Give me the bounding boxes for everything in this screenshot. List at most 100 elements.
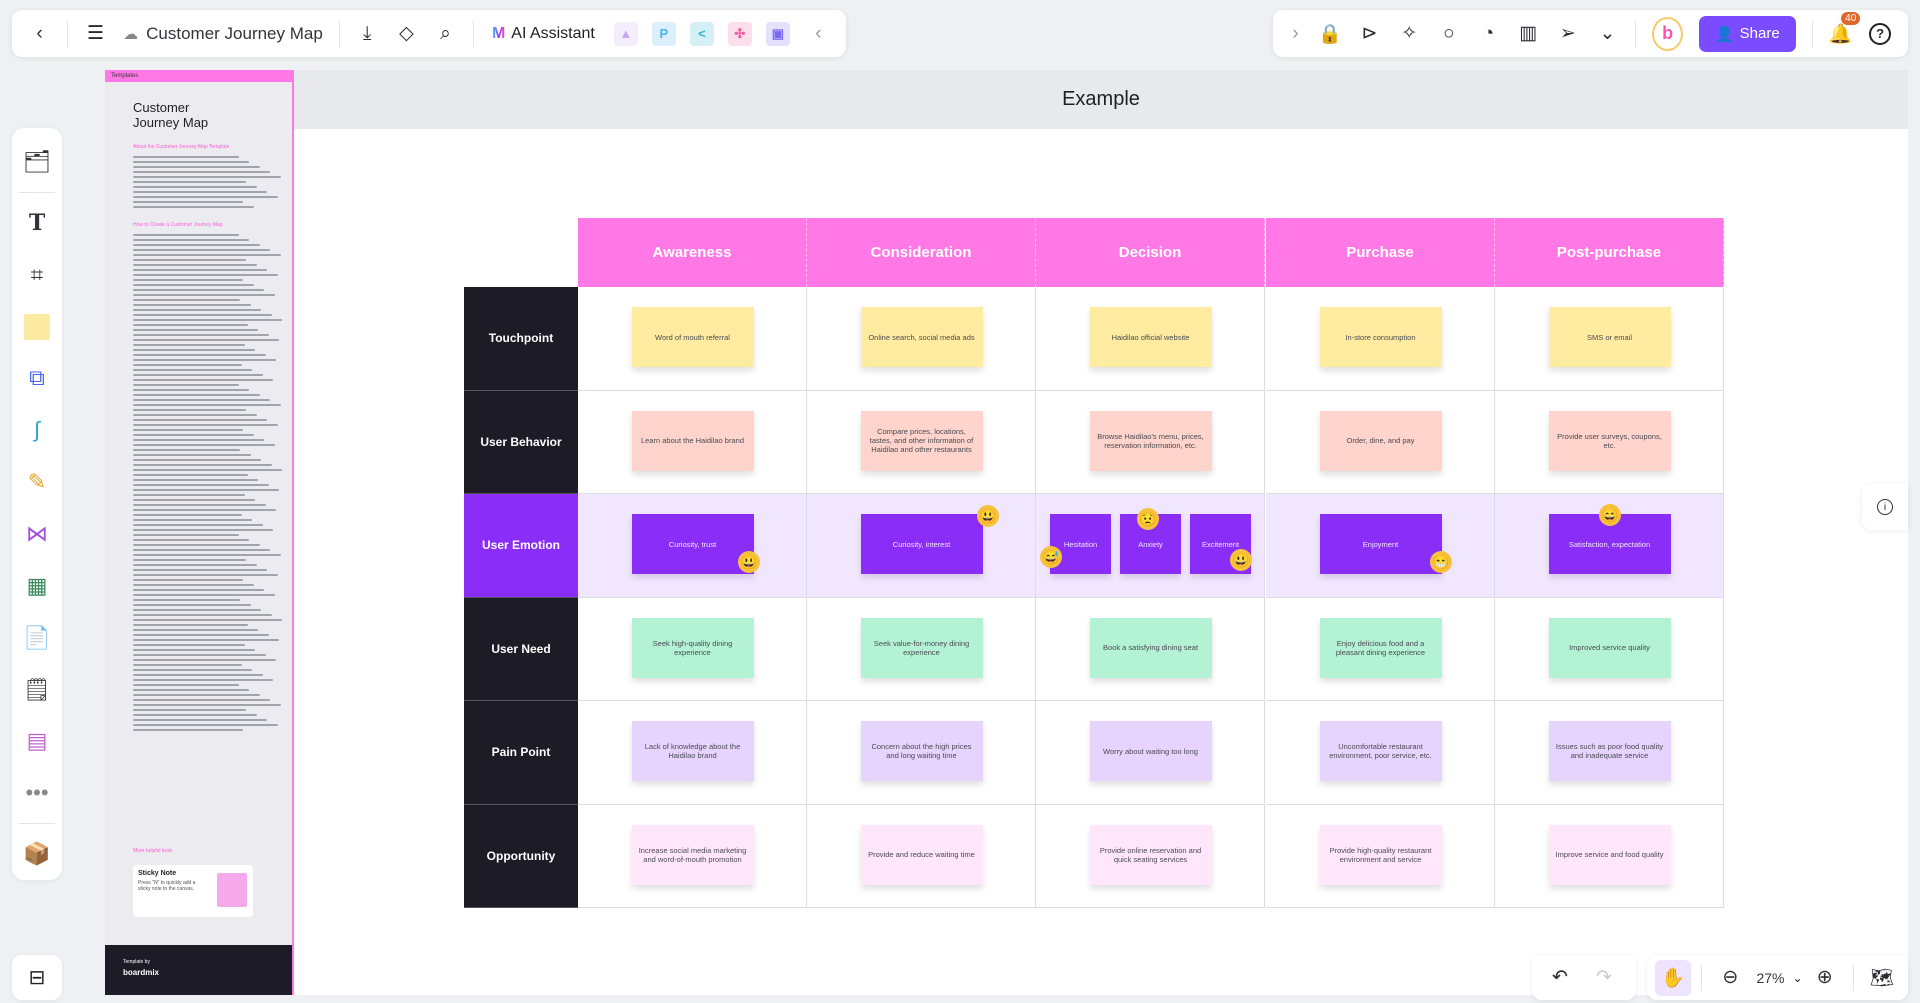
sticky-note[interactable]: Improved service quality xyxy=(1548,617,1671,678)
sticky-note[interactable]: Increase social media marketing and word… xyxy=(631,824,754,885)
beaming-emoji[interactable]: 😁 xyxy=(1430,551,1452,573)
row-label[interactable]: User Emotion xyxy=(464,494,578,598)
zoom-level[interactable]: 27% xyxy=(1752,970,1788,986)
zoom-dropdown-chevron-icon[interactable]: ⌄ xyxy=(1792,971,1802,985)
mindmap-plugin[interactable]: ✣ xyxy=(727,21,752,46)
sticky-note[interactable]: Provide online reservation and quick sea… xyxy=(1089,824,1212,885)
help-button[interactable]: ? xyxy=(1862,16,1898,52)
back-button[interactable]: ‹ xyxy=(22,16,57,52)
sticky-note[interactable]: In-store consumption xyxy=(1319,307,1442,367)
ai-assistant-button[interactable]: M AI Assistant xyxy=(484,25,603,43)
sticky-note[interactable]: Compare prices, locations, tastes, and o… xyxy=(860,410,983,471)
row-label[interactable]: User Need xyxy=(464,597,578,701)
sticky-note[interactable]: Provide and reduce waiting time xyxy=(860,824,983,885)
stage-header[interactable]: Decision xyxy=(1036,218,1265,287)
zoom-out-button[interactable]: ⊖ xyxy=(1712,960,1748,996)
collapse-toolbar-button[interactable]: ‹ xyxy=(801,16,836,52)
resources-button[interactable]: 📦 xyxy=(17,834,57,874)
kanban-tool[interactable]: ▤ xyxy=(17,721,57,761)
locked-note-button[interactable]: 🔒 xyxy=(1312,16,1348,52)
map-button[interactable]: 🗺 xyxy=(1864,960,1900,996)
sticky-note[interactable]: Order, dine, and pay xyxy=(1319,410,1442,471)
timer-button[interactable]: ◔ xyxy=(1471,16,1507,52)
sticky-note[interactable]: Provide user surveys, coupons, etc. xyxy=(1548,410,1671,471)
smile-emoji[interactable]: 😄 xyxy=(1599,504,1621,526)
table-tool[interactable]: ▦ xyxy=(17,566,57,606)
notifications-button[interactable]: 🔔 40 xyxy=(1823,11,1861,52)
sticky-note[interactable]: Enjoyment xyxy=(1319,514,1442,574)
tag-button[interactable]: ◇ xyxy=(389,16,424,52)
sticky-note[interactable]: Seek high-quality dining experience xyxy=(631,617,754,678)
document-title[interactable]: ☁ Customer Journey Map xyxy=(117,24,329,44)
more-button[interactable]: ⌄ xyxy=(1590,16,1626,52)
redo-button[interactable]: ↷ xyxy=(1584,960,1624,996)
sticky-note[interactable]: Haidilao official website xyxy=(1089,307,1212,367)
row-label[interactable]: Opportunity xyxy=(464,804,578,908)
templates-button[interactable]: 🗂 xyxy=(17,142,57,182)
undo-button[interactable]: ↶ xyxy=(1540,960,1580,996)
mindmap-tool[interactable]: ⋈ xyxy=(17,514,57,554)
sticky-note[interactable]: Provide high-quality restaurant environm… xyxy=(1319,824,1442,885)
sticky-note-tool-card[interactable]: Sticky Note Press "N" to quickly add a s… xyxy=(133,865,253,917)
sweat-smile-emoji[interactable]: 😅 xyxy=(1040,546,1062,568)
shape-tool[interactable]: ⧉ xyxy=(17,358,57,398)
sticky-note-tool[interactable] xyxy=(17,307,57,347)
avatar[interactable]: b xyxy=(1652,16,1683,51)
sticky-note[interactable]: Curiosity, interest xyxy=(860,514,983,574)
grinning-emoji[interactable]: 😃 xyxy=(738,551,760,573)
stage-header[interactable]: Purchase xyxy=(1266,218,1495,287)
pen-tool[interactable]: ✎ xyxy=(17,462,57,502)
hand-tool-button[interactable]: ✋ xyxy=(1655,959,1692,996)
present-button[interactable]: ⊳ xyxy=(1352,16,1388,52)
sticky-note[interactable]: Lack of knowledge about the Haidilao bra… xyxy=(631,721,754,781)
chat-plugin[interactable]: ▣ xyxy=(765,21,790,46)
celebrate-button[interactable]: ✧ xyxy=(1391,16,1427,52)
stage-header[interactable]: Post-purchase xyxy=(1495,218,1724,287)
stage-header[interactable]: Awareness xyxy=(578,218,807,287)
sticky-note[interactable]: Book a satisfying dining seat xyxy=(1089,617,1212,678)
sticky-note[interactable]: Enjoy delicious food and a pleasant dini… xyxy=(1319,617,1442,678)
sticky-note[interactable]: Curiosity, trust xyxy=(631,514,754,574)
vote-button[interactable]: ▥ xyxy=(1510,16,1546,52)
sticky-note[interactable]: Worry about waiting too long xyxy=(1089,721,1212,781)
frame-title[interactable]: Example xyxy=(294,70,1908,129)
sticky-note[interactable]: Browse Haidilao's menu, prices, reservat… xyxy=(1089,410,1212,471)
sticky-note[interactable]: Learn about the Haidilao brand xyxy=(631,410,754,471)
laser-pointer-button[interactable]: ➢ xyxy=(1550,16,1586,52)
grinning-emoji[interactable]: 😃 xyxy=(977,505,999,527)
expand-toolbar-button[interactable]: › xyxy=(1283,16,1308,52)
search-button[interactable]: ⌕ xyxy=(428,16,463,52)
frame-tool[interactable]: ⌗ xyxy=(17,255,57,295)
image-generator-plugin[interactable]: ▲ xyxy=(613,21,638,46)
share-button[interactable]: 👤 Share xyxy=(1698,15,1796,52)
sticky-note[interactable]: SMS or email xyxy=(1548,307,1671,367)
zoom-in-button[interactable]: ⊕ xyxy=(1807,960,1843,996)
comment-button[interactable]: ○ xyxy=(1431,16,1467,52)
text-tool[interactable]: T xyxy=(17,203,57,243)
more-tools-button[interactable]: ••• xyxy=(17,773,57,813)
sticky-note[interactable]: Hesitation xyxy=(1050,514,1111,574)
minimap-location-button[interactable]: ⊟ xyxy=(12,955,62,1000)
sticky-note[interactable]: Concern about the high prices and long w… xyxy=(860,721,983,781)
row-label[interactable]: Touchpoint xyxy=(464,287,578,391)
p-plugin[interactable]: P xyxy=(651,21,676,46)
text-doc-tool[interactable]: 📄 xyxy=(17,618,57,658)
sticky-note[interactable]: Improve service and food quality xyxy=(1548,824,1671,885)
sticky-note[interactable]: Seek value-for-money dining experience xyxy=(860,617,983,678)
text-line xyxy=(133,694,260,696)
sticky-note[interactable]: Word of mouth referral xyxy=(631,307,754,367)
card-tool[interactable]: 🗒 xyxy=(17,670,57,710)
sticky-note[interactable]: Uncomfortable restaurant environment, po… xyxy=(1319,721,1442,781)
download-button[interactable]: ⤓ xyxy=(350,16,385,52)
sticky-note[interactable]: Issues such as poor food quality and ina… xyxy=(1548,721,1671,781)
menu-button[interactable]: ☰ xyxy=(78,16,113,52)
share-node-plugin[interactable]: < xyxy=(689,21,714,46)
connector-tool[interactable]: ∫ xyxy=(17,410,57,450)
row-label[interactable]: User Behavior xyxy=(464,390,578,494)
worried-emoji[interactable]: 😟 xyxy=(1137,508,1159,530)
info-button[interactable]: i xyxy=(1862,484,1908,530)
stage-header[interactable]: Consideration xyxy=(807,218,1036,287)
grinning-emoji[interactable]: 😃 xyxy=(1230,549,1252,571)
row-label[interactable]: Pain Point xyxy=(464,701,578,805)
sticky-note[interactable]: Online search, social media ads xyxy=(860,307,983,367)
